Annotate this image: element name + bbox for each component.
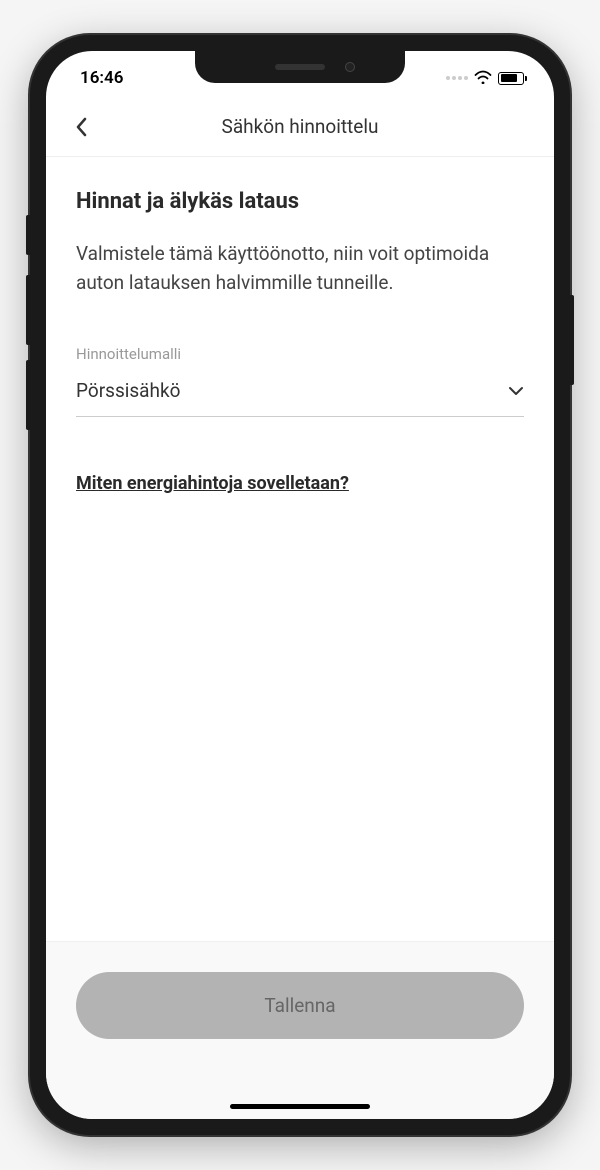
battery-icon	[498, 72, 524, 85]
home-indicator[interactable]	[230, 1104, 370, 1109]
bottom-section: Tallenna	[46, 941, 554, 1119]
chevron-left-icon	[75, 117, 87, 137]
wifi-icon	[474, 69, 492, 88]
help-link[interactable]: Miten energiahintoja sovelletaan?	[76, 473, 524, 494]
nav-header: Sähkön hinnoittelu	[46, 99, 554, 157]
notch-camera	[345, 62, 355, 72]
page-title: Sähkön hinnoittelu	[222, 115, 379, 138]
back-button[interactable]	[66, 112, 96, 142]
phone-frame: 16:46	[30, 35, 570, 1135]
status-icons	[446, 69, 524, 88]
pricing-model-select[interactable]: Pörssisähkö	[76, 373, 524, 417]
pricing-model-field: Hinnoittelumalli Pörssisähkö	[76, 345, 524, 417]
cellular-dots-icon	[446, 76, 468, 80]
phone-notch	[195, 51, 405, 83]
pricing-model-label: Hinnoittelumalli	[76, 345, 524, 363]
content-area: Hinnat ja älykäs lataus Valmistele tämä …	[46, 157, 554, 514]
save-button[interactable]: Tallenna	[76, 972, 524, 1039]
section-title: Hinnat ja älykäs lataus	[76, 189, 524, 214]
chevron-down-icon	[508, 381, 524, 400]
phone-screen: 16:46	[46, 51, 554, 1119]
battery-fill	[501, 74, 518, 82]
status-time: 16:46	[80, 68, 123, 88]
pricing-model-value: Pörssisähkö	[76, 379, 180, 402]
notch-speaker	[275, 64, 325, 70]
section-description: Valmistele tämä käyttöönotto, niin voit …	[76, 240, 524, 297]
side-button	[570, 295, 574, 385]
